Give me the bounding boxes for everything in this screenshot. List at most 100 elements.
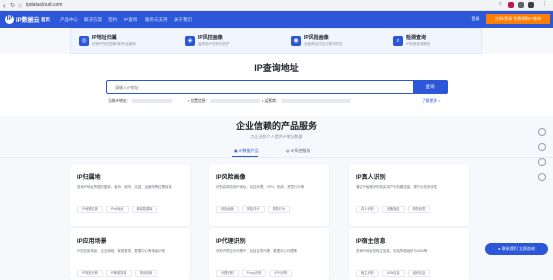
card-title: IP代理识别 bbox=[216, 239, 246, 245]
search-icon: ⌕ bbox=[393, 36, 403, 46]
tag[interactable]: 组织信息 bbox=[407, 270, 431, 277]
divider bbox=[0, 157, 553, 158]
card-description: 查询IP地址所属的国家、省份、城市、区县、运营商等位置信息 bbox=[77, 185, 172, 189]
profile-icon[interactable] bbox=[528, 2, 534, 8]
current-ip-info: 当前IP地址： bbox=[108, 99, 172, 104]
search-button[interactable]: 查询 bbox=[413, 81, 447, 93]
browser-toolbar: ‹ ↻ ⓘ ipdatacloud.com ☆ ⋮ bbox=[0, 0, 553, 11]
back-to-top-icon[interactable] bbox=[538, 173, 546, 181]
customer-service-icon[interactable] bbox=[538, 128, 546, 136]
location-info: • 位置信息： bbox=[188, 99, 261, 104]
site-info-icon[interactable]: ⓘ bbox=[18, 2, 22, 9]
tag[interactable]: 风险行为 bbox=[267, 206, 291, 213]
logo-text: IP数据云 bbox=[16, 18, 40, 24]
tag[interactable]: 风险画像 bbox=[216, 206, 239, 213]
nav-item-support[interactable]: 服务与支持 bbox=[145, 16, 168, 23]
tag[interactable]: IP地理位置 bbox=[77, 206, 103, 213]
card-description: IP的应用场景、企业网络、家庭宽带、数据中心等场景识别 bbox=[77, 249, 165, 253]
card-title: IP真人识别 bbox=[356, 175, 386, 181]
contact-button-label: 联系我们 立即咨询 bbox=[501, 246, 535, 251]
nav-item-about[interactable]: 关于我们 bbox=[174, 16, 192, 23]
product-card-ip-location[interactable]: IP归属地 查询IP地址所属的国家、省份、城市、区县、运营商等位置信息 IP地理… bbox=[70, 164, 190, 226]
current-ip-label: 当前IP地址： bbox=[108, 99, 131, 103]
card-title: IP归属地 bbox=[77, 175, 101, 181]
section-title: 企业信赖的产品服务 bbox=[235, 121, 317, 131]
menu-icon[interactable]: ⋮ bbox=[542, 1, 547, 8]
extension-icon[interactable] bbox=[508, 2, 514, 8]
tag[interactable]: 代理识别 bbox=[216, 270, 239, 277]
extension-icon[interactable] bbox=[518, 2, 524, 8]
menu-item-subtitle: 识别IP所在国家/城市/运营商 bbox=[92, 42, 136, 46]
card-title: IP风险画像 bbox=[216, 175, 246, 181]
login-button[interactable]: 登录 bbox=[468, 14, 483, 24]
tag[interactable]: 风险标签 bbox=[407, 206, 431, 213]
card-tags: IP地理位置 IPv6地址 离线数据库 bbox=[77, 206, 158, 213]
card-title: IP应用场景 bbox=[77, 239, 107, 245]
product-menu: ◎ IP地址归属 识别IP所在国家/城市/运营商 ◈ IP风控画像 高风险IP识… bbox=[70, 28, 482, 54]
card-description: 识别高风险的IP地址，包括代理、VPN、机房、恶意行为等 bbox=[216, 185, 305, 189]
tab-ip-data-products[interactable]: ▣ IP数据产品 bbox=[234, 148, 259, 154]
nav-item-products[interactable]: 产品中心 bbox=[60, 16, 78, 23]
tag[interactable]: 场景判断 bbox=[134, 270, 158, 277]
nav-item-contract[interactable]: 签约 bbox=[108, 16, 117, 23]
more-link[interactable]: 了解更多 > bbox=[422, 99, 440, 104]
tab-label: IP风控服务 bbox=[290, 148, 311, 153]
menu-item-subtitle: 高风险IP识别与防护 bbox=[198, 42, 230, 46]
back-icon[interactable]: ‹ bbox=[3, 1, 6, 10]
card-tags: 宿主识别 ASN信息 组织信息 bbox=[356, 270, 431, 277]
menu-item-detect-query[interactable]: ⌕ 检测查询 IP检测查询服务 bbox=[393, 34, 493, 50]
card-title: IP宿主信息 bbox=[356, 239, 386, 245]
search-input[interactable] bbox=[107, 81, 412, 93]
tag[interactable]: ASN信息 bbox=[381, 270, 405, 277]
menu-item-title: 检测查询 bbox=[406, 35, 427, 41]
tag[interactable]: 风险评分 bbox=[241, 206, 265, 213]
address-bar[interactable]: ipdatacloud.com bbox=[26, 2, 62, 9]
tab-ip-risk-services[interactable]: ◍ IP风控服务 bbox=[286, 148, 310, 154]
nav-item-solutions[interactable]: 解决方案 bbox=[84, 16, 102, 23]
top-navigation: IP IP数据云 首页 产品中心 解决方案 签约 IP查询 服务与支持 关于我们… bbox=[0, 11, 553, 28]
redacted-value bbox=[280, 99, 351, 103]
page-title: IP查询地址 bbox=[254, 63, 299, 73]
radar-icon: ◉ bbox=[291, 36, 301, 46]
tag[interactable]: IP使用场景 bbox=[105, 270, 132, 277]
product-card-ip-host[interactable]: IP宿主信息 查询IP地址的宿主信息，包括所属组织与ASN等 宿主识别 ASN信… bbox=[349, 228, 469, 280]
logo[interactable]: IP IP数据云 bbox=[5, 15, 40, 24]
product-card-ip-risk-profile[interactable]: IP风险画像 识别高风险的IP地址，包括代理、VPN、机房、恶意行为等 风险画像… bbox=[209, 164, 329, 226]
bookmark-icon[interactable]: ☆ bbox=[498, 1, 502, 8]
menu-item-ip-risk-control[interactable]: ◈ IP风控画像 高风险IP识别与防护 bbox=[185, 34, 285, 50]
tag[interactable]: VPN识别 bbox=[269, 270, 293, 277]
floating-toolbar bbox=[530, 128, 550, 190]
nav-item-ip-query[interactable]: IP查询 bbox=[124, 16, 137, 23]
card-description: 通过IP画像识别真实用户与机器流量，提升业务安全性 bbox=[356, 185, 438, 189]
menu-item-ip-risk-profile[interactable]: ◉ IP风险画像 全面风险评估与欺诈防控 bbox=[291, 34, 391, 50]
menu-item-title: IP风险画像 bbox=[304, 35, 329, 41]
tag[interactable]: 真人识别 bbox=[356, 206, 379, 213]
tag[interactable]: IPv6地址 bbox=[105, 206, 129, 213]
menu-item-title: IP地址归属 bbox=[92, 35, 117, 41]
contact-button[interactable]: ● 联系我们 立即咨询 bbox=[485, 243, 548, 255]
nav-item-home[interactable]: 首页 bbox=[41, 16, 50, 23]
logo-mark-icon: IP bbox=[5, 15, 14, 24]
tag[interactable]: 离线数据库 bbox=[131, 206, 158, 213]
card-tags: 真人识别 设备指纹 风险标签 bbox=[356, 206, 431, 213]
redacted-value bbox=[131, 99, 172, 103]
tag[interactable]: 宿主识别 bbox=[356, 270, 379, 277]
tag[interactable]: IP场景识别 bbox=[77, 270, 103, 277]
chat-icon[interactable] bbox=[538, 143, 546, 151]
menu-item-subtitle: IP检测查询服务 bbox=[406, 42, 431, 46]
product-card-ip-proxy[interactable]: IP代理识别 识别IP是否为代理IP，包括住宅代理、数据中心代理等 代理识别 P… bbox=[209, 228, 329, 280]
tag[interactable]: 设备指纹 bbox=[381, 206, 405, 213]
tag[interactable]: Proxy识别 bbox=[241, 270, 267, 277]
register-button[interactable]: 注册/登录 免费领取IP查询 bbox=[486, 14, 550, 24]
menu-item-subtitle: 全面风险评估与欺诈防控 bbox=[304, 42, 343, 46]
card-description: 查询IP地址的宿主信息，包括所属组织与ASN等 bbox=[356, 249, 428, 253]
product-card-ip-real-person[interactable]: IP真人识别 通过IP画像识别真实用户与机器流量，提升业务安全性 真人识别 设备… bbox=[349, 164, 469, 226]
section-subtitle: 为企业和个人提供IP地址数据 bbox=[250, 134, 303, 139]
reload-icon[interactable]: ↻ bbox=[10, 2, 15, 11]
menu-item-title: IP风控画像 bbox=[198, 35, 223, 41]
product-card-ip-scenario[interactable]: IP应用场景 IP的应用场景、企业网络、家庭宽带、数据中心等场景识别 IP场景识… bbox=[70, 228, 190, 280]
location-label: • 位置信息： bbox=[188, 99, 210, 103]
phone-icon[interactable] bbox=[538, 158, 546, 166]
location-icon: ◎ bbox=[79, 36, 89, 46]
menu-item-ip-location[interactable]: ◎ IP地址归属 识别IP所在国家/城市/运营商 bbox=[79, 34, 179, 50]
